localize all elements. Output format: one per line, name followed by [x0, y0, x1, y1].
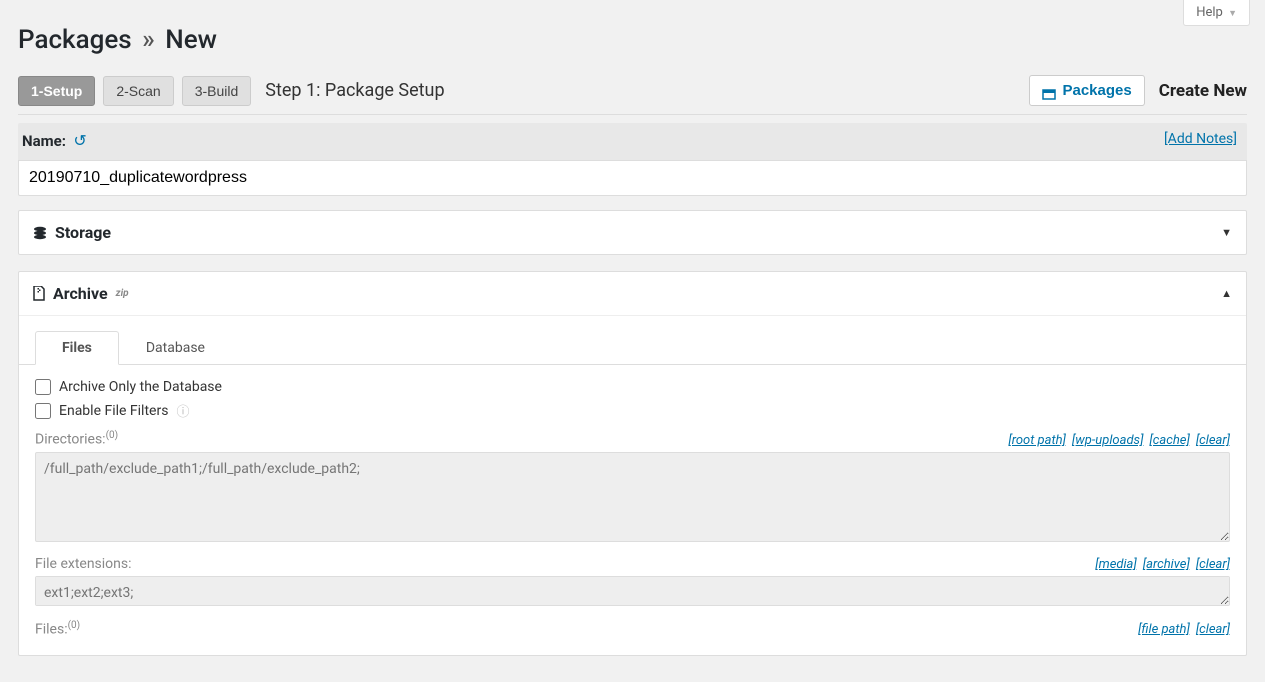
directories-textarea[interactable] [35, 452, 1230, 542]
caret-up-icon: ▲ [1221, 287, 1232, 300]
archive-panel-header[interactable]: Archive zip ▲ [19, 272, 1246, 315]
toolbar-right: Packages Create New [1029, 75, 1247, 106]
archive-format: zip [116, 288, 129, 299]
link-archive[interactable]: [archive] [1143, 557, 1190, 572]
link-file-path[interactable]: [file path] [1138, 622, 1190, 637]
enable-filters-row: Enable File Filters ⓘ [35, 401, 1230, 420]
page-title: Packages » New [18, 25, 1247, 55]
archive-title: Archive zip [33, 284, 129, 303]
files-head: Files:(0) [file path] [clear] [35, 620, 1230, 638]
directories-count: (0) [106, 430, 119, 441]
directories-label: Directories:(0) [35, 430, 118, 448]
help-tab[interactable]: Help ▼ [1183, 0, 1250, 26]
link-root-path[interactable]: [root path] [1008, 433, 1066, 448]
file-extensions-group: File extensions: [media] [archive] [clea… [35, 556, 1230, 610]
enable-filters-checkbox[interactable] [35, 403, 51, 419]
archive-only-db-checkbox[interactable] [35, 379, 51, 395]
caret-down-icon: ▼ [1228, 9, 1237, 19]
link-clear-dirs[interactable]: [clear] [1196, 433, 1230, 448]
link-wp-uploads[interactable]: [wp-uploads] [1072, 433, 1144, 448]
packages-button[interactable]: Packages [1029, 75, 1144, 106]
reset-name-icon[interactable]: ↺ [73, 131, 86, 150]
link-cache[interactable]: [cache] [1149, 433, 1189, 448]
step-scan-button[interactable]: 2-Scan [103, 76, 173, 106]
archive-only-db-row: Archive Only the Database [35, 379, 1230, 395]
packages-label: Packages [1062, 82, 1131, 99]
storage-title: Storage [33, 223, 111, 242]
directories-head: Directories:(0) [root path] [wp-uploads]… [35, 430, 1230, 448]
add-notes-link[interactable]: [Add Notes] [1164, 131, 1237, 147]
archive-panel-body: Files Database Archive Only the Database… [19, 315, 1246, 655]
caret-down-icon: ▼ [1221, 226, 1232, 239]
step-buttons: 1-Setup 2-Scan 3-Build [18, 76, 251, 106]
create-new-label: Create New [1159, 81, 1247, 101]
archive-icon [1042, 85, 1056, 97]
help-icon[interactable]: ⓘ [176, 401, 189, 420]
file-archive-icon [33, 284, 45, 303]
title-sub: New [165, 25, 217, 55]
file-ext-links: [media] [archive] [clear] [1095, 557, 1230, 572]
tab-files[interactable]: Files [35, 331, 119, 365]
directories-group: Directories:(0) [root path] [wp-uploads]… [35, 430, 1230, 546]
storage-title-text: Storage [55, 223, 111, 242]
package-name-input[interactable] [18, 160, 1247, 196]
help-label: Help [1196, 5, 1223, 20]
storage-panel: Storage ▼ [18, 210, 1247, 255]
file-ext-head: File extensions: [media] [archive] [clea… [35, 556, 1230, 572]
archive-tabs: Files Database [19, 330, 1246, 365]
tab-database[interactable]: Database [119, 331, 232, 365]
name-label: Name: [22, 132, 66, 150]
step-title: Step 1: Package Setup [265, 80, 444, 101]
title-main: Packages [18, 25, 132, 55]
archive-panel: Archive zip ▲ Files Database Archive Onl… [18, 271, 1247, 656]
name-row: Name: ↺ [Add Notes] [18, 123, 1247, 160]
storage-icon [33, 223, 47, 242]
step-toolbar: 1-Setup 2-Scan 3-Build Step 1: Package S… [18, 75, 1247, 115]
archive-only-db-label: Archive Only the Database [59, 379, 222, 395]
step-setup-button[interactable]: 1-Setup [18, 76, 95, 106]
title-separator: » [142, 25, 155, 55]
files-label: Files:(0) [35, 620, 80, 638]
archive-title-text: Archive [53, 284, 108, 303]
link-media[interactable]: [media] [1095, 557, 1136, 572]
files-links: [file path] [clear] [1138, 622, 1230, 637]
files-group: Files:(0) [file path] [clear] [35, 620, 1230, 638]
link-clear-ext[interactable]: [clear] [1196, 557, 1230, 572]
file-ext-label: File extensions: [35, 556, 132, 572]
storage-panel-header[interactable]: Storage ▼ [19, 211, 1246, 254]
files-count: (0) [68, 620, 81, 631]
link-clear-files[interactable]: [clear] [1196, 622, 1230, 637]
enable-filters-label: Enable File Filters [59, 403, 168, 419]
step-build-button[interactable]: 3-Build [182, 76, 252, 106]
file-extensions-textarea[interactable] [35, 576, 1230, 606]
directories-links: [root path] [wp-uploads] [cache] [clear] [1008, 433, 1230, 448]
